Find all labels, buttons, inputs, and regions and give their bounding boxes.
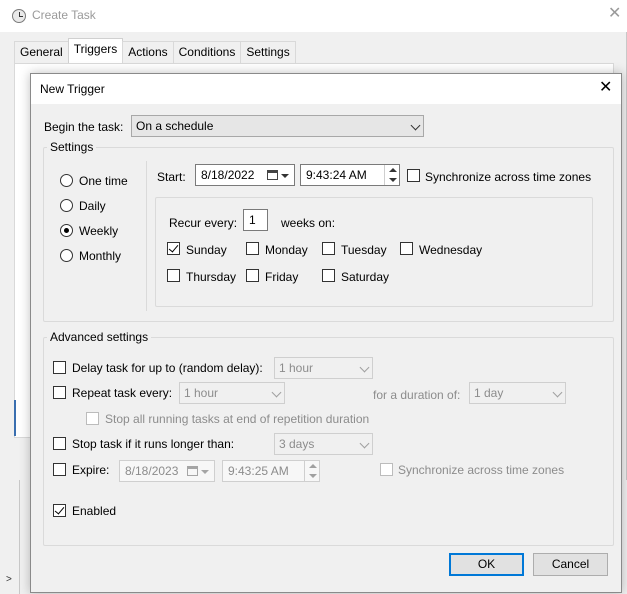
expire-date-value: 8/18/2023 <box>125 464 179 478</box>
day-checkbox-wednesday[interactable] <box>400 242 413 255</box>
settings-separator <box>146 161 147 311</box>
radio-weekly[interactable] <box>60 224 73 237</box>
radio-one-time[interactable] <box>60 174 73 187</box>
day-checkbox-saturday[interactable] <box>322 269 335 282</box>
delay-value: 1 hour <box>279 361 314 375</box>
day-checkbox-thursday[interactable] <box>167 269 180 282</box>
stop-longer-label: Stop task if it runs longer than: <box>72 437 235 451</box>
cancel-button[interactable]: Cancel <box>533 553 608 576</box>
expire-date-picker[interactable]: 8/18/2023 <box>119 460 215 482</box>
tab-settings[interactable]: Settings <box>240 41 296 63</box>
chevron-down-icon <box>271 387 282 398</box>
stop-longer-checkbox[interactable] <box>53 437 66 450</box>
dialog-close-icon[interactable]: ✕ <box>599 80 612 96</box>
day-label-wednesday: Wednesday <box>419 243 483 257</box>
create-task-close-icon[interactable]: ✕ <box>608 6 621 22</box>
delay-task-checkbox[interactable] <box>53 361 66 374</box>
start-time-spinner[interactable]: 9:43:24 AM <box>300 164 400 186</box>
time-spinner-arrows[interactable] <box>384 165 399 185</box>
stop-running-tasks-checkbox[interactable] <box>86 412 99 425</box>
expire-time-value: 9:43:25 AM <box>228 464 289 478</box>
chevron-down-icon <box>201 470 209 474</box>
duration-label: for a duration of: <box>373 388 461 402</box>
calendar-icon <box>187 466 198 476</box>
tab-conditions[interactable]: Conditions <box>172 41 242 63</box>
repeat-task-label: Repeat task every: <box>72 386 173 400</box>
recur-every-label: Recur every: <box>169 216 238 230</box>
tab-triggers[interactable]: Triggers <box>67 38 124 63</box>
start-time-value: 9:43:24 AM <box>306 168 367 182</box>
expire-label: Expire: <box>72 463 110 477</box>
new-trigger-dialog: New Trigger ✕ Begin the task: On a sched… <box>30 73 622 593</box>
settings-group-title: Settings <box>47 140 97 154</box>
chevron-down-icon <box>359 438 370 449</box>
create-task-title: Create Task <box>32 8 96 22</box>
radio-one-time-label: One time <box>79 174 128 188</box>
day-checkbox-friday[interactable] <box>246 269 259 282</box>
begin-task-value: On a schedule <box>136 119 214 133</box>
day-checkbox-tuesday[interactable] <box>322 242 335 255</box>
advanced-settings-title: Advanced settings <box>47 330 152 344</box>
duration-value: 1 day <box>474 386 504 400</box>
start-date-picker[interactable]: 8/18/2022 <box>195 164 295 186</box>
repeat-dropdown[interactable]: 1 hour <box>179 382 285 404</box>
tab-general[interactable]: General <box>14 41 69 63</box>
expire-sync-checkbox[interactable] <box>380 463 393 476</box>
dialog-title: New Trigger <box>40 82 105 96</box>
day-label-tuesday: Tuesday <box>341 243 387 257</box>
day-label-monday: Monday <box>265 243 308 257</box>
repeat-task-checkbox[interactable] <box>53 386 66 399</box>
chevron-down-icon <box>552 387 563 398</box>
enabled-label: Enabled <box>72 504 117 518</box>
task-scheduler-clock-icon <box>12 9 26 23</box>
new-trigger-titlebar <box>31 74 621 104</box>
scroll-right-arrow-icon[interactable]: > <box>6 574 12 585</box>
start-date-value: 8/18/2022 <box>201 168 255 182</box>
chevron-down-icon <box>359 362 370 373</box>
radio-weekly-label: Weekly <box>79 224 119 238</box>
tab-actions[interactable]: Actions <box>122 41 174 63</box>
radio-daily-label: Daily <box>79 199 106 213</box>
create-task-tabs: General Triggers Actions Conditions Settings <box>14 38 296 63</box>
sync-time-zones-checkbox[interactable] <box>407 169 420 182</box>
stop-longer-value: 3 days <box>279 437 315 451</box>
day-checkbox-monday[interactable] <box>246 242 259 255</box>
chevron-down-icon <box>281 174 289 178</box>
day-label-friday: Friday <box>265 270 299 284</box>
begin-task-label: Begin the task: <box>44 120 124 134</box>
expire-time-spinner[interactable]: 9:43:25 AM <box>222 460 320 482</box>
ok-button[interactable]: OK <box>449 553 524 576</box>
day-checkbox-sunday[interactable] <box>167 242 180 255</box>
day-label-saturday: Saturday <box>341 270 390 284</box>
sync-time-zones-label: Synchronize across time zones <box>425 170 592 184</box>
radio-monthly[interactable] <box>60 249 73 262</box>
radio-monthly-label: Monthly <box>79 249 122 263</box>
radio-daily[interactable] <box>60 199 73 212</box>
begin-task-dropdown[interactable]: On a schedule <box>131 115 424 137</box>
recur-every-value: 1 <box>249 213 256 227</box>
delay-task-label: Delay task for up to (random delay): <box>72 361 263 375</box>
expire-checkbox[interactable] <box>53 463 66 476</box>
recur-every-input[interactable]: 1 <box>243 209 268 231</box>
enabled-checkbox[interactable] <box>53 504 66 517</box>
calendar-icon <box>267 170 278 180</box>
day-label-sunday: Sunday <box>186 243 227 257</box>
time-spinner-arrows[interactable] <box>304 461 319 481</box>
stop-running-tasks-label: Stop all running tasks at end of repetit… <box>105 412 370 426</box>
delay-dropdown[interactable]: 1 hour <box>274 357 373 379</box>
weeks-on-label: weeks on: <box>281 216 336 230</box>
duration-dropdown[interactable]: 1 day <box>469 382 566 404</box>
chevron-down-icon <box>410 120 421 131</box>
expire-sync-label: Synchronize across time zones <box>398 463 565 477</box>
start-label: Start: <box>157 170 186 184</box>
repeat-value: 1 hour <box>184 386 219 400</box>
day-label-thursday: Thursday <box>186 270 237 284</box>
stop-longer-dropdown[interactable]: 3 days <box>274 433 373 455</box>
